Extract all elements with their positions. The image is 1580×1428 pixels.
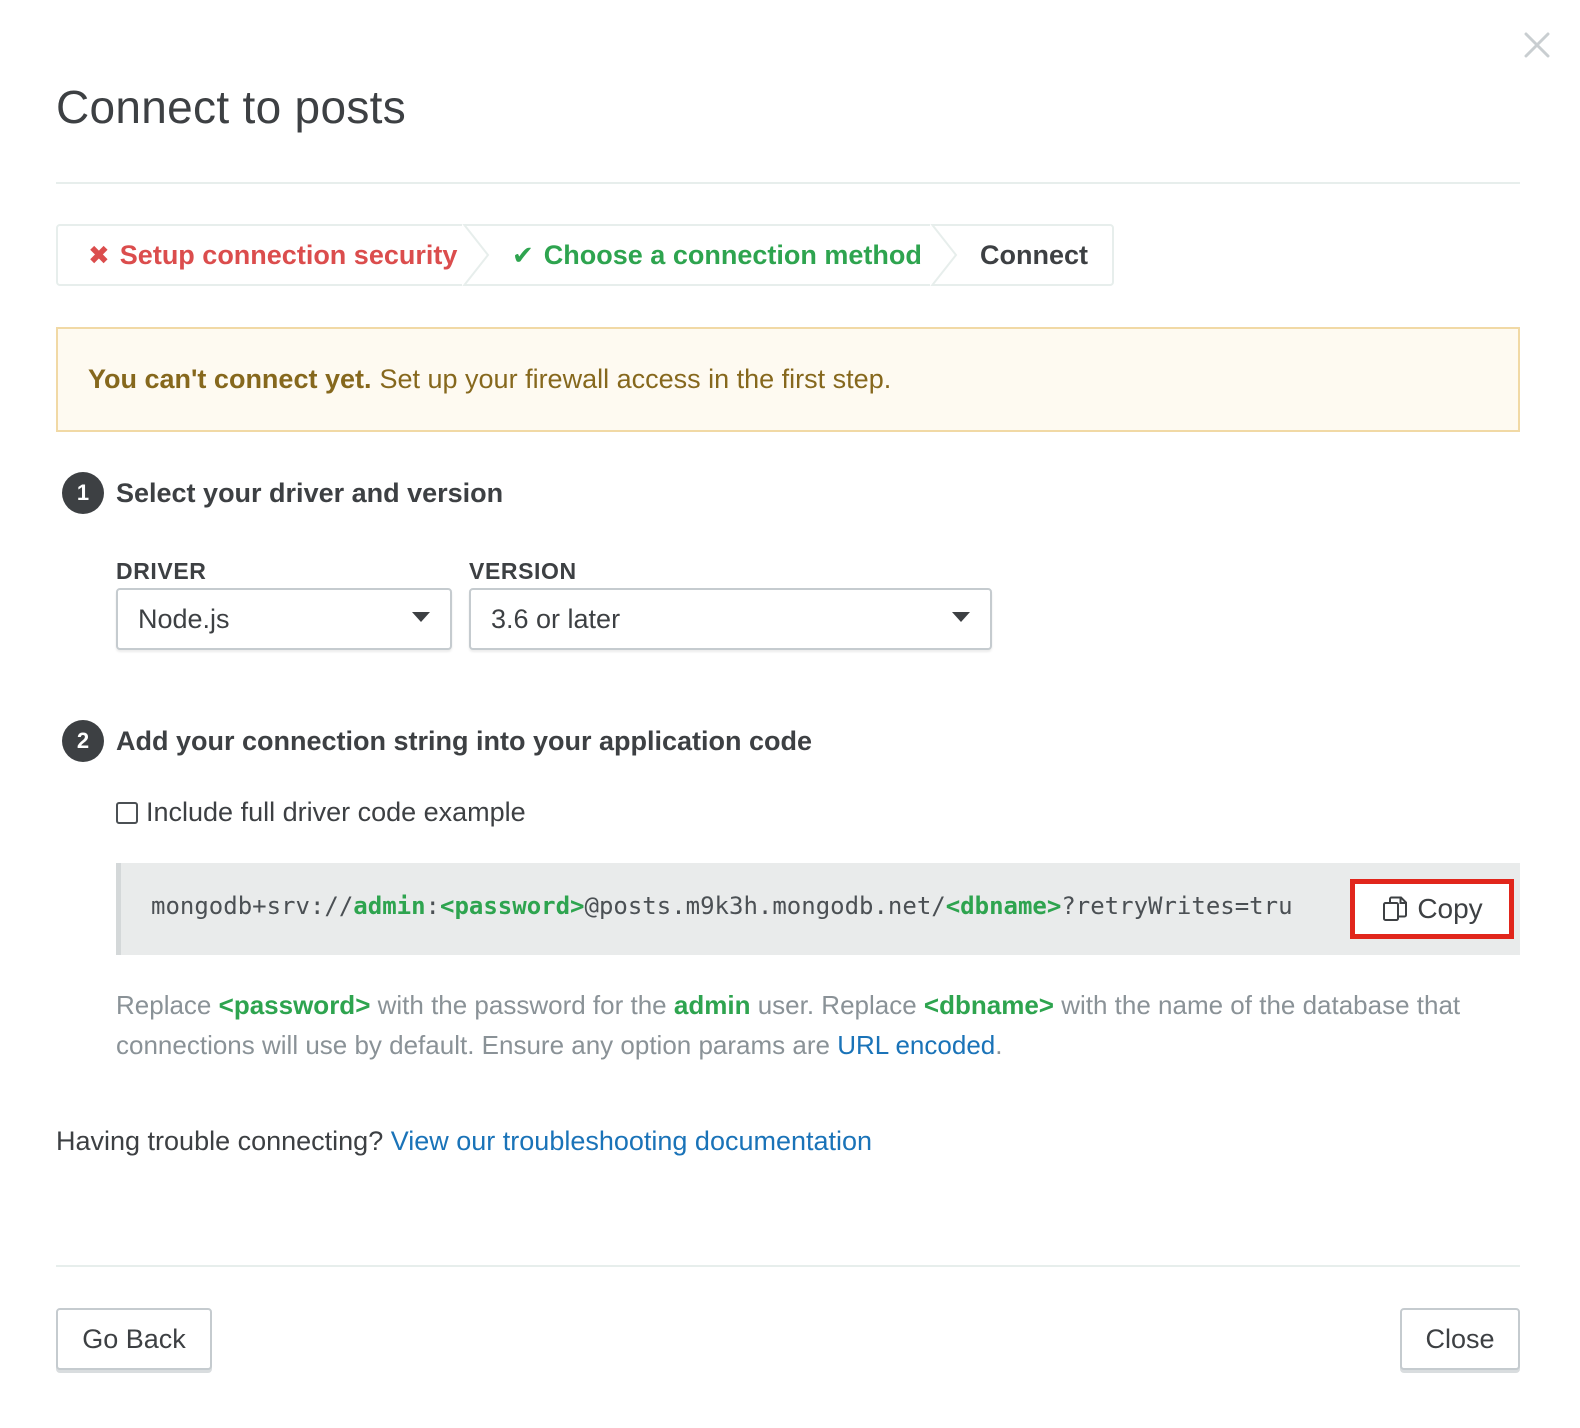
help-text: with the password for the <box>377 990 667 1020</box>
troubleshooting-row: Having trouble connecting? View our trou… <box>56 1126 872 1157</box>
step-connection-method[interactable]: ✔ Choose a connection method <box>476 221 958 289</box>
help-user-keyword: admin <box>673 990 751 1020</box>
warning-bold: You can't connect yet. <box>88 364 372 394</box>
troubleshooting-link[interactable]: View our troubleshooting documentation <box>391 1126 872 1156</box>
copy-button[interactable]: Copy <box>1350 879 1514 939</box>
url-encoded-link[interactable]: URL encoded <box>837 1030 995 1060</box>
step-label: Setup connection security <box>119 239 458 270</box>
step-divider-chevron <box>461 221 490 289</box>
cs-host: @posts.m9k3h.mongodb.net/ <box>584 892 946 920</box>
full-driver-example-checkbox[interactable] <box>116 801 138 824</box>
divider <box>56 1265 1520 1267</box>
full-driver-example-option: Include full driver code example <box>116 797 526 828</box>
version-select[interactable]: 3.6 or later <box>469 588 992 650</box>
x-icon: ✖ <box>88 239 110 270</box>
step-label: Choose a connection method <box>543 239 922 270</box>
driver-label: DRIVER <box>116 558 207 584</box>
modal-title: Connect to posts <box>56 81 407 133</box>
go-back-button[interactable]: Go Back <box>56 1308 212 1370</box>
step-connect[interactable]: Connect <box>944 226 1112 284</box>
stepper: ✖ Setup connection security ✔ Choose a c… <box>56 221 1114 289</box>
check-icon: ✔ <box>512 239 534 270</box>
caret-down-icon <box>952 612 970 622</box>
help-dbname-keyword: <dbname> <box>923 990 1054 1020</box>
connection-help-text: Replace <password> with the password for… <box>116 985 1520 1065</box>
step-setup-security[interactable]: ✖ Setup connection security <box>58 221 490 289</box>
help-text: . <box>995 1030 1003 1060</box>
step-number-badge: 2 <box>62 720 104 762</box>
checkbox-label[interactable]: Include full driver code example <box>146 797 526 828</box>
section-title: Select your driver and version <box>116 477 504 508</box>
help-password-keyword: <password> <box>218 990 371 1020</box>
copy-icon <box>1381 895 1409 923</box>
divider <box>56 182 1520 184</box>
help-text: Replace <box>116 990 212 1020</box>
step-number-badge: 1 <box>62 472 104 514</box>
warning-text: Set up your firewall access in the first… <box>379 364 892 394</box>
cs-scheme: mongodb+srv:// <box>151 892 354 920</box>
section-connection-string-heading: 2 Add your connection string into your a… <box>62 720 812 762</box>
step-label: Connect <box>980 239 1088 270</box>
driver-select[interactable]: Node.js <box>116 588 452 650</box>
connection-string-box: mongodb+srv://admin:<password>@posts.m9k… <box>116 863 1520 955</box>
section-title: Add your connection string into your app… <box>116 725 813 756</box>
copy-label: Copy <box>1417 893 1483 924</box>
cs-dbname: <dbname> <box>945 892 1062 920</box>
step-divider-chevron <box>929 221 958 289</box>
caret-down-icon <box>412 612 430 622</box>
connection-string[interactable]: mongodb+srv://admin:<password>@posts.m9k… <box>151 892 1293 920</box>
close-button[interactable]: Close <box>1400 1308 1520 1370</box>
cs-password: <password> <box>440 892 585 920</box>
driver-value: Node.js <box>138 603 230 634</box>
help-text: user. Replace <box>757 990 917 1020</box>
cs-user: admin <box>353 892 426 920</box>
cs-colon: : <box>425 892 440 920</box>
close-icon[interactable] <box>1520 28 1554 62</box>
version-label: VERSION <box>469 558 577 584</box>
version-value: 3.6 or later <box>491 603 621 634</box>
warning-banner: You can't connect yet. Set up your firew… <box>56 327 1520 432</box>
cs-options: ?retryWrites=tru <box>1061 892 1293 920</box>
section-driver-heading: 1 Select your driver and version <box>62 472 503 514</box>
trouble-text: Having trouble connecting? <box>56 1126 384 1156</box>
